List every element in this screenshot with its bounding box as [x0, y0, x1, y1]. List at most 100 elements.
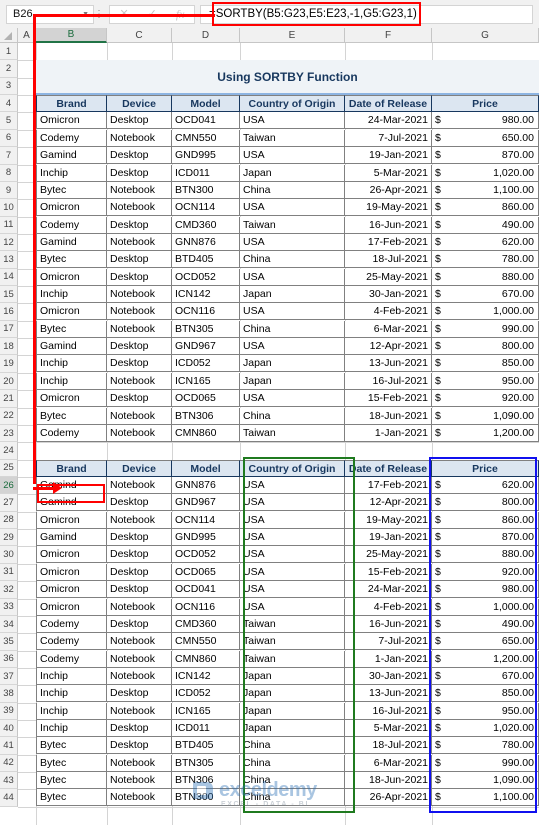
source-table-cell-brand[interactable]: Gamind — [36, 234, 107, 251]
source-table-cell-price[interactable]: $990.00 — [432, 321, 539, 338]
result-table-cell-date[interactable]: 4-Feb-2021 — [345, 599, 432, 616]
source-table-cell-model[interactable]: GND995 — [172, 147, 240, 164]
result-table-cell-brand[interactable]: Gamind — [36, 477, 107, 494]
result-table-cell-date[interactable]: 5-Mar-2021 — [345, 720, 432, 737]
result-table-cell-model[interactable]: OCD041 — [172, 581, 240, 598]
result-table-cell-model[interactable]: OCN114 — [172, 512, 240, 529]
source-table-cell-price[interactable]: $950.00 — [432, 373, 539, 390]
source-table-cell-country[interactable]: China — [240, 251, 345, 268]
result-table-cell-country[interactable]: USA — [240, 564, 345, 581]
source-table-cell-model[interactable]: GNN876 — [172, 234, 240, 251]
result-table-cell-device[interactable]: Desktop — [107, 737, 172, 754]
result-table-cell-date[interactable]: 18-Jun-2021 — [345, 772, 432, 789]
column-header-f[interactable]: F — [345, 28, 432, 43]
result-table-cell-model[interactable]: GND967 — [172, 494, 240, 511]
result-table-cell-price[interactable]: $1,090.00 — [432, 772, 539, 789]
result-table-cell-price[interactable]: $950.00 — [432, 703, 539, 720]
source-table-cell-model[interactable]: BTN300 — [172, 182, 240, 199]
source-table-cell-price[interactable]: $1,020.00 — [432, 165, 539, 182]
result-table-cell-date[interactable]: 1-Jan-2021 — [345, 651, 432, 668]
source-table-cell-model[interactable]: OCD052 — [172, 269, 240, 286]
result-table-cell-country[interactable]: Japan — [240, 703, 345, 720]
source-table-cell-country[interactable]: Taiwan — [240, 217, 345, 234]
row-header-41[interactable]: 41 — [0, 737, 18, 755]
source-table-cell-device[interactable]: Desktop — [107, 355, 172, 372]
source-table-cell-device[interactable]: Notebook — [107, 199, 172, 216]
source-table-cell-country[interactable]: China — [240, 408, 345, 425]
row-header-25[interactable]: 25 — [0, 459, 18, 477]
row-header-37[interactable]: 37 — [0, 667, 18, 686]
source-table-cell-price[interactable]: $800.00 — [432, 338, 539, 355]
result-table-cell-price[interactable]: $800.00 — [432, 494, 539, 511]
source-table-cell-price[interactable]: $870.00 — [432, 147, 539, 164]
source-table-cell-device[interactable]: Desktop — [107, 251, 172, 268]
source-table-cell-price[interactable]: $880.00 — [432, 269, 539, 286]
source-table-cell-brand[interactable]: Bytec — [36, 408, 107, 425]
result-table-cell-model[interactable]: OCD052 — [172, 546, 240, 563]
result-table-cell-country[interactable]: USA — [240, 494, 345, 511]
result-table-cell-date[interactable]: 15-Feb-2021 — [345, 564, 432, 581]
source-table-cell-device[interactable]: Desktop — [107, 147, 172, 164]
result-table-cell-price[interactable]: $1,020.00 — [432, 720, 539, 737]
result-table-cell-brand[interactable]: Omicron — [36, 581, 107, 598]
result-table-cell-device[interactable]: Desktop — [107, 546, 172, 563]
row-header-38[interactable]: 38 — [0, 685, 18, 703]
result-table-cell-price[interactable]: $980.00 — [432, 581, 539, 598]
source-table-cell-brand[interactable]: Gamind — [36, 338, 107, 355]
result-table-cell-brand[interactable]: Omicron — [36, 564, 107, 581]
source-table-cell-date[interactable]: 17-Feb-2021 — [345, 234, 432, 251]
result-table-cell-country[interactable]: China — [240, 755, 345, 772]
result-table-cell-model[interactable]: OCN116 — [172, 599, 240, 616]
result-table-cell-model[interactable]: ICD052 — [172, 685, 240, 702]
row-header-33[interactable]: 33 — [0, 598, 18, 616]
result-table-cell-country[interactable]: Taiwan — [240, 633, 345, 650]
source-table-cell-device[interactable]: Desktop — [107, 338, 172, 355]
result-table-cell-device[interactable]: Notebook — [107, 755, 172, 772]
row-header-1[interactable]: 1 — [0, 43, 18, 61]
row-header-5[interactable]: 5 — [0, 112, 18, 130]
source-table-cell-brand[interactable]: Bytec — [36, 321, 107, 338]
source-table-cell-date[interactable]: 6-Mar-2021 — [345, 321, 432, 338]
result-table-cell-date[interactable]: 18-Jul-2021 — [345, 737, 432, 754]
source-table-cell-date[interactable]: 15-Feb-2021 — [345, 390, 432, 407]
result-table-cell-price[interactable]: $1,100.00 — [432, 789, 539, 806]
result-table-cell-date[interactable]: 13-Jun-2021 — [345, 685, 432, 702]
source-table-cell-brand[interactable]: Gamind — [36, 147, 107, 164]
result-table-cell-brand[interactable]: Codemy — [36, 633, 107, 650]
result-table-cell-device[interactable]: Notebook — [107, 703, 172, 720]
result-table-cell-brand[interactable]: Codemy — [36, 651, 107, 668]
source-table-cell-country[interactable]: USA — [240, 269, 345, 286]
source-table-cell-model[interactable]: GND967 — [172, 338, 240, 355]
source-table-cell-model[interactable]: CMN550 — [172, 130, 240, 147]
source-table-cell-date[interactable]: 19-Jan-2021 — [345, 147, 432, 164]
formula-input[interactable]: =SORTBY(B5:G23,E5:E23,-1,G5:G23,1) — [200, 4, 533, 24]
source-table-cell-brand[interactable]: Codemy — [36, 217, 107, 234]
row-header-22[interactable]: 22 — [0, 407, 18, 425]
source-table-cell-country[interactable]: China — [240, 321, 345, 338]
result-table-cell-brand[interactable]: Inchip — [36, 703, 107, 720]
result-table-cell-device[interactable]: Desktop — [107, 529, 172, 546]
source-table-cell-price[interactable]: $920.00 — [432, 390, 539, 407]
result-table-cell-brand[interactable]: Inchip — [36, 685, 107, 702]
column-header-g[interactable]: G — [432, 28, 539, 43]
source-table-cell-model[interactable]: OCD041 — [172, 112, 240, 129]
row-header-11[interactable]: 11 — [0, 216, 18, 234]
result-table-cell-country[interactable]: Japan — [240, 668, 345, 685]
row-header-27[interactable]: 27 — [0, 494, 18, 512]
result-table-cell-brand[interactable]: Codemy — [36, 616, 107, 633]
source-table-cell-date[interactable]: 1-Jan-2021 — [345, 425, 432, 442]
column-header-a[interactable]: A — [18, 28, 36, 43]
result-table-cell-country[interactable]: USA — [240, 546, 345, 563]
source-table-cell-brand[interactable]: Inchip — [36, 165, 107, 182]
result-table-cell-date[interactable]: 16-Jul-2021 — [345, 703, 432, 720]
source-table-cell-device[interactable]: Desktop — [107, 390, 172, 407]
column-header-c[interactable]: C — [107, 28, 172, 43]
source-table-cell-device[interactable]: Desktop — [107, 112, 172, 129]
row-header-19[interactable]: 19 — [0, 355, 18, 373]
source-table-cell-country[interactable]: USA — [240, 338, 345, 355]
row-header-12[interactable]: 12 — [0, 233, 18, 252]
source-table-cell-brand[interactable]: Inchip — [36, 355, 107, 372]
source-table-cell-date[interactable]: 18-Jul-2021 — [345, 251, 432, 268]
source-table-cell-price[interactable]: $850.00 — [432, 355, 539, 372]
source-table-cell-device[interactable]: Notebook — [107, 234, 172, 251]
